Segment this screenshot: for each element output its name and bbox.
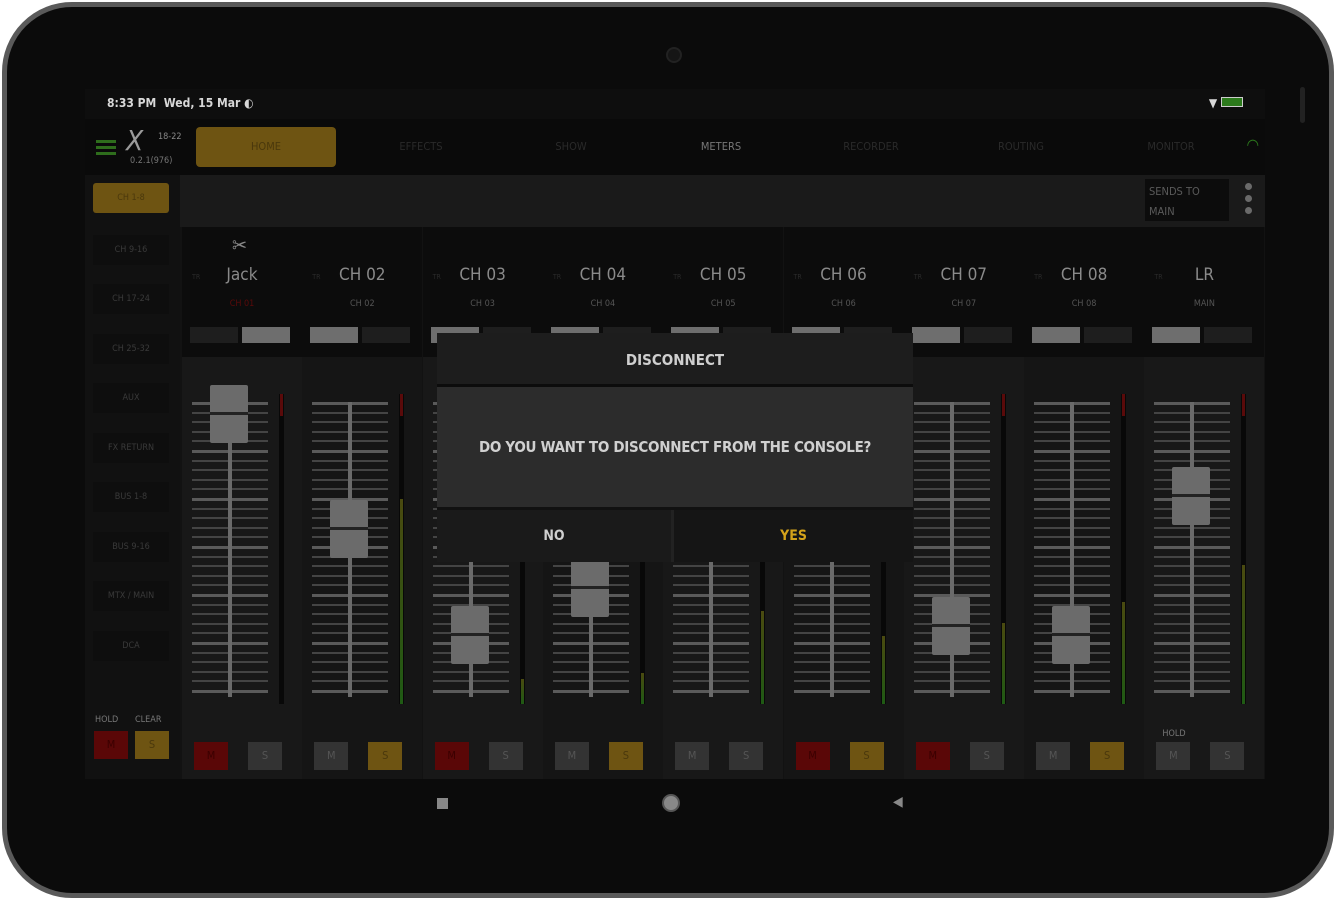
- side-button: [1300, 87, 1305, 123]
- camera-icon: [666, 47, 682, 63]
- home-button[interactable]: [662, 794, 682, 814]
- disconnect-dialog: DISCONNECT DO YOU WANT TO DISCONNECT FRO…: [437, 333, 913, 565]
- back-button[interactable]: ◀: [893, 794, 913, 814]
- dialog-title: DISCONNECT: [437, 333, 913, 387]
- tablet-frame: 8:33 PM Wed, 15 Mar ◐ ▼ X 18-22 0.2.1(976)…: [2, 2, 1334, 898]
- screen: 8:33 PM Wed, 15 Mar ◐ ▼ X 18-22 0.2.1(976)…: [85, 89, 1265, 779]
- recents-button[interactable]: [433, 794, 453, 814]
- yes-button[interactable]: YES: [674, 510, 913, 562]
- no-button[interactable]: NO: [437, 510, 674, 562]
- dialog-message: DO YOU WANT TO DISCONNECT FROM THE CONSO…: [437, 387, 913, 507]
